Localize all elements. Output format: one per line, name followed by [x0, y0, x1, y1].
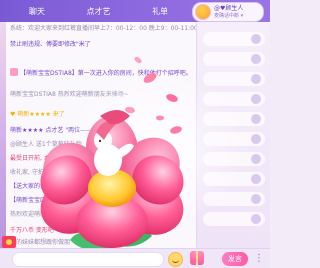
list-item[interactable]: [203, 112, 265, 126]
chat-text: 萌新★★★★ 点才艺 "两位——科目": [10, 127, 107, 134]
chat-text: 萌新宝宝DSTIA8 热烈欢迎萌新朋友来捧场~: [10, 91, 129, 98]
avatar: [251, 194, 261, 204]
chat-line: 萌新★★★★ 点才艺 "两位——科目": [10, 126, 107, 136]
avatar: [251, 174, 261, 184]
user-name: @♥顾生人: [214, 4, 244, 12]
tab-talent[interactable]: 点才艺: [68, 0, 130, 22]
top-tab-bar: 聊天 点才艺 礼单 @♥顾生人 麦确话中断 ▾: [0, 0, 270, 22]
list-item[interactable]: [203, 192, 265, 206]
audience-list: [196, 22, 270, 248]
chat-line: 【萌新宝宝DSTIA8】第一次进入你的房间，快和他打个招呼吧。: [10, 68, 192, 79]
list-item[interactable]: [203, 212, 265, 226]
send-button[interactable]: 发言: [222, 252, 248, 266]
list-item[interactable]: [203, 132, 265, 146]
avatar: [251, 34, 261, 44]
redpacket-icon[interactable]: [2, 236, 16, 248]
more-icon[interactable]: ⋮: [252, 251, 266, 267]
chat-text: @顾生人 送1个草莓味礼物: [10, 141, 82, 148]
list-item[interactable]: [203, 72, 265, 86]
chat-line: 最受日开前, 本轮最受欢迎, 谢谢 @顾生人: [10, 154, 122, 164]
chat-line: ♥ 萌新★★★★ 来了: [10, 110, 65, 120]
chat-text: 【萌新宝宝DSTIA8: [10, 197, 62, 204]
tab-gift-list[interactable]: 礼单: [129, 0, 191, 22]
chat-text: 她的妹妹都想跟你做朋: [10, 239, 71, 246]
chat-text: 最受日开前, 本轮最受欢迎, 谢谢 @顾生人: [10, 155, 122, 162]
chat-line: 萌新宝宝DSTIA8 热烈欢迎萌新朋友来捧场~: [10, 90, 129, 100]
avatar: [251, 114, 261, 124]
chat-input[interactable]: [12, 252, 164, 267]
avatar: [251, 94, 261, 104]
avatar: [251, 214, 261, 224]
chat-line: 【萌新宝宝DSTIA8: [10, 196, 62, 206]
chat-text: 禁止刷违规、傅要即修改"米了: [10, 41, 91, 48]
list-item[interactable]: [203, 92, 265, 106]
avatar: [251, 134, 261, 144]
crown-icon: [10, 68, 18, 76]
chat-line: 热烈欢迎萌新朋友, 管相下没有: [10, 210, 92, 220]
avatar: [251, 54, 261, 64]
tab-chat[interactable]: 聊天: [6, 0, 68, 22]
chat-text: 收礼家, 守护你心中的爱: [10, 169, 74, 176]
chat-text: 千万八币 变形吧: [10, 227, 54, 234]
chat-text: 热烈欢迎萌新朋友, 管相下没有: [10, 211, 92, 218]
chat-pane: 系统：欢迎大家来到红裤直播间早上7：00-12：00 晚上9：00-11:00免…: [6, 22, 228, 248]
list-item[interactable]: [203, 172, 265, 186]
avatar: [251, 154, 261, 164]
mic-control-label: 麦确话中断 ▾: [214, 12, 244, 19]
chat-line: 【送大家的扑: [10, 182, 46, 192]
smile-icon[interactable]: [168, 252, 183, 267]
list-item[interactable]: [203, 152, 265, 166]
chat-line: 禁止刷违规、傅要即修改"米了: [10, 40, 91, 50]
gift-icon[interactable]: [190, 251, 204, 265]
chat-text: ♥ 萌新★★★★ 来了: [10, 111, 65, 118]
user-info: @♥顾生人 麦确话中断 ▾: [214, 4, 244, 19]
chat-line: 收礼家, 守护你心中的爱: [10, 168, 74, 178]
chat-text: 【萌新宝宝DSTIA8】第一次进入你的房间，快和他打个招呼吧。: [20, 70, 192, 77]
chat-line: @顾生人 送1个草莓味礼物: [10, 140, 82, 150]
live-room-screen: 聊天 点才艺 礼单 @♥顾生人 麦确话中断 ▾ 系统：欢迎大家来到红裤直播间早上…: [0, 0, 270, 268]
tab-list: 聊天 点才艺 礼单: [6, 0, 191, 22]
input-bar: 发言 ⋮: [0, 248, 270, 268]
chat-line: 千万八币 变形吧: [10, 226, 54, 236]
chat-text: 【送大家的扑: [10, 183, 47, 190]
avatar: [195, 4, 211, 20]
list-item[interactable]: [203, 52, 265, 66]
current-user-badge[interactable]: @♥顾生人 麦确话中断 ▾: [192, 2, 264, 22]
list-item[interactable]: [203, 32, 265, 46]
avatar: [251, 74, 261, 84]
chat-line: 她的妹妹都想跟你做朋: [10, 238, 70, 248]
